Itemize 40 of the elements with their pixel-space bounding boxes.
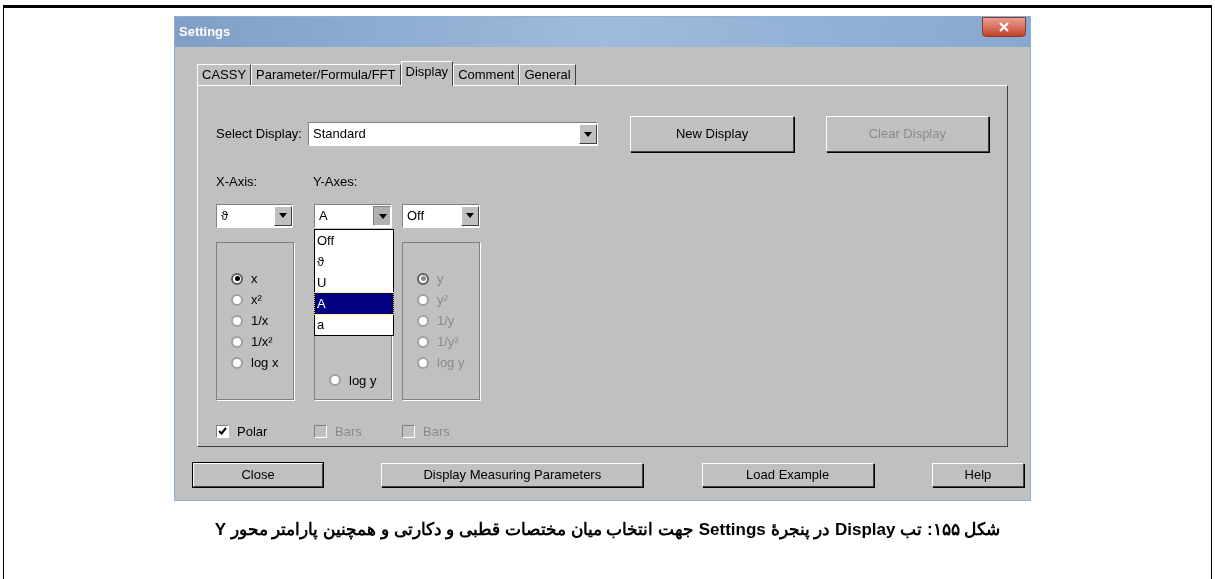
- checkbox-icon[interactable]: [216, 424, 229, 438]
- radio-icon[interactable]: [231, 272, 243, 285]
- radio-option[interactable]: log x: [231, 352, 293, 373]
- x-axis-label: X-Axis:: [216, 173, 259, 191]
- dropdown-option[interactable]: ϑ: [315, 250, 393, 272]
- dropdown-option[interactable]: Off: [315, 229, 393, 251]
- close-button[interactable]: [982, 17, 1026, 37]
- radio-option[interactable]: log y: [329, 369, 391, 391]
- select-display-label: Select Display:: [216, 125, 302, 144]
- dropdown-field[interactable]: Off: [402, 203, 480, 228]
- radio-option[interactable]: x²: [231, 289, 293, 310]
- tab[interactable]: CASSY: [197, 64, 252, 85]
- window-title: Settings: [179, 23, 231, 41]
- dialog-button[interactable]: Help: [932, 463, 1024, 487]
- tab[interactable]: General: [519, 64, 576, 85]
- radio-option[interactable]: x: [231, 268, 293, 289]
- radio-icon[interactable]: [231, 356, 243, 369]
- dropdown-field[interactable]: A: [314, 203, 392, 228]
- dialog-button[interactable]: Load Example: [701, 463, 874, 487]
- dropdown-option[interactable]: a: [315, 313, 393, 335]
- tab[interactable]: Parameter/Formula/FFT: [251, 64, 401, 85]
- y-axes-label: Y-Axes:: [313, 173, 358, 191]
- radio-icon[interactable]: [231, 335, 243, 348]
- radio-icon[interactable]: [231, 293, 243, 306]
- display-button[interactable]: New Display: [630, 116, 794, 152]
- dropdown-field[interactable]: ϑ: [216, 203, 293, 228]
- figure-caption: شکل ۱۵۵: تب Display در پنجرۀ Settings جهت انتخاب میان مختصات قطبی و دکارتی و همچنین پارامتر محور Y: [214, 519, 1001, 542]
- radio-icon[interactable]: [231, 314, 243, 327]
- dropdown-option[interactable]: U: [315, 271, 393, 293]
- tab[interactable]: Display: [400, 61, 454, 86]
- checkbox-option[interactable]: Polar: [216, 421, 294, 441]
- dialog-button[interactable]: Close: [193, 463, 323, 487]
- close-icon: [999, 22, 1009, 32]
- radio-icon[interactable]: [329, 374, 341, 386]
- radio-option[interactable]: 1/x²: [231, 331, 293, 352]
- select-display-dropdown[interactable]: Standard: [308, 122, 599, 146]
- dropdown-option[interactable]: A: [315, 292, 393, 314]
- tab[interactable]: Comment: [453, 64, 520, 85]
- dialog-button[interactable]: Display Measuring Parameters: [381, 463, 644, 487]
- radio-option[interactable]: 1/x: [231, 310, 293, 331]
